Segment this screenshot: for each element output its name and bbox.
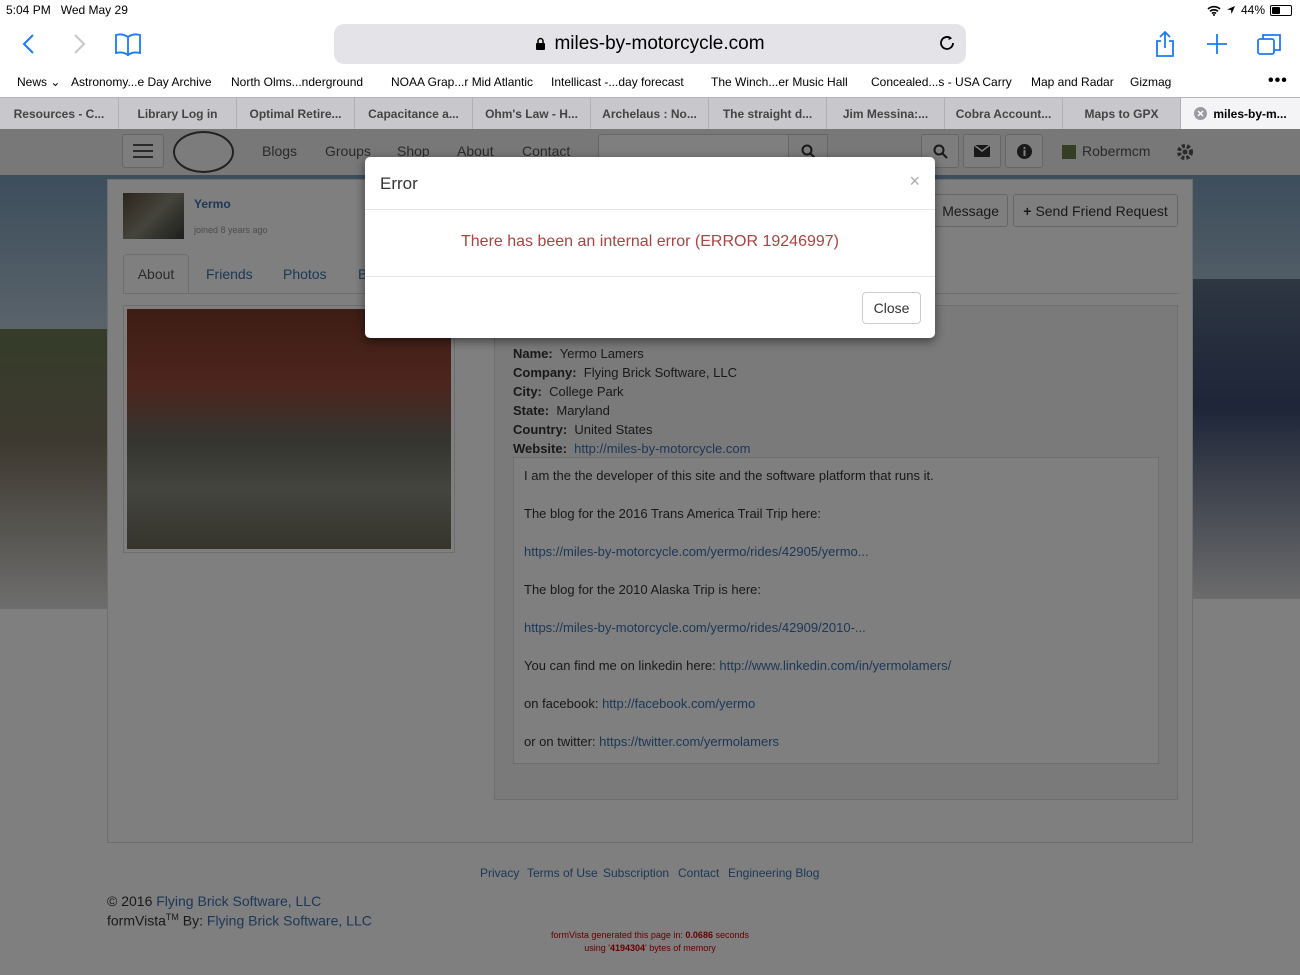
- time-text: 5:04 PM: [6, 3, 51, 17]
- share-icon: [1156, 30, 1174, 57]
- forward-button[interactable]: [64, 30, 94, 58]
- chevron-right-icon: [74, 34, 86, 54]
- reload-icon[interactable]: [938, 34, 956, 52]
- browser-tab[interactable]: Library Log in: [119, 98, 237, 129]
- favorite-item[interactable]: Astronomy...e Day Archive: [71, 75, 212, 89]
- date-text: Wed May 29: [60, 3, 128, 17]
- tab-label: Capacitance a...: [368, 106, 459, 121]
- address-bar[interactable]: miles-by-motorcycle.com: [334, 24, 966, 64]
- tabs-icon: [1257, 34, 1281, 55]
- browser-tab[interactable]: Resources - C...: [0, 98, 119, 129]
- error-modal: Error × There has been an internal error…: [365, 157, 935, 338]
- browser-tab[interactable]: Ohm's Law - H...: [473, 98, 591, 129]
- close-icon[interactable]: ×: [909, 171, 920, 192]
- favorite-item[interactable]: Concealed...s - USA Carry: [871, 75, 1012, 89]
- book-icon: [115, 33, 141, 56]
- favorite-item[interactable]: Map and Radar: [1031, 75, 1114, 89]
- modal-header: Error ×: [365, 157, 935, 210]
- tab-bar: Resources - C... Library Log in Optimal …: [0, 97, 1300, 129]
- plus-icon: [1207, 34, 1227, 54]
- new-tab-button[interactable]: [1202, 30, 1232, 58]
- tab-label: Resources - C...: [13, 106, 105, 121]
- favorite-item[interactable]: Gizmag: [1130, 75, 1171, 89]
- chevron-left-icon: [22, 34, 34, 54]
- more-icon[interactable]: •••: [1268, 72, 1288, 90]
- browser-tab[interactable]: Cobra Account...: [945, 98, 1063, 129]
- status-time: 5:04 PM Wed May 29: [6, 3, 128, 17]
- error-message: There has been an internal error (ERROR …: [461, 233, 839, 250]
- tab-label: Cobra Account...: [955, 106, 1052, 121]
- favorite-item[interactable]: News ⌄: [17, 75, 60, 89]
- favorite-item[interactable]: The Winch...er Music Hall: [711, 75, 848, 89]
- url-text: miles-by-motorcycle.com: [554, 33, 765, 54]
- browser-tab-active[interactable]: miles-by-m...: [1181, 98, 1300, 129]
- location-icon: [1226, 6, 1235, 14]
- browser-tab[interactable]: Archelaus : No...: [591, 98, 709, 129]
- close-button[interactable]: Close: [862, 292, 921, 324]
- lock-icon: [536, 37, 546, 50]
- tab-label: Maps to GPX: [1084, 106, 1159, 121]
- favorite-item[interactable]: North Olms...nderground: [231, 75, 363, 89]
- bookmarks-button[interactable]: [113, 30, 143, 58]
- status-right: 44%: [1207, 3, 1292, 17]
- favorite-item[interactable]: NOAA Grap...r Mid Atlantic: [391, 75, 533, 89]
- modal-footer: Close: [365, 276, 935, 338]
- tab-label: Archelaus : No...: [602, 106, 697, 121]
- wifi-icon: [1207, 5, 1221, 16]
- browser-tab[interactable]: The straight d...: [709, 98, 827, 129]
- tab-label: miles-by-m...: [1213, 106, 1287, 121]
- close-tab-icon[interactable]: [1194, 107, 1208, 120]
- back-button[interactable]: [14, 30, 44, 58]
- share-button[interactable]: [1150, 30, 1180, 58]
- status-bar: 5:04 PM Wed May 29 44%: [0, 0, 1300, 20]
- battery-percent: 44%: [1240, 3, 1265, 17]
- favorites-bar: News ⌄ Astronomy...e Day Archive North O…: [0, 68, 1300, 96]
- tab-label: Ohm's Law - H...: [485, 106, 578, 121]
- tabs-button[interactable]: [1254, 30, 1284, 58]
- favorite-item[interactable]: Intellicast -...day forecast: [551, 75, 684, 89]
- browser-tab[interactable]: Capacitance a...: [355, 98, 473, 129]
- tab-label: Library Log in: [137, 106, 218, 121]
- tab-label: Jim Messina:...: [842, 106, 929, 121]
- browser-tab[interactable]: Maps to GPX: [1063, 98, 1181, 129]
- tab-label: The straight d...: [722, 106, 813, 121]
- tab-label: Optimal Retire...: [249, 106, 342, 121]
- browser-tab[interactable]: Optimal Retire...: [237, 98, 355, 129]
- close-button-label: Close: [873, 300, 910, 316]
- browser-tab[interactable]: Jim Messina:...: [827, 98, 945, 129]
- modal-title: Error: [380, 174, 418, 193]
- battery-icon: [1270, 4, 1292, 16]
